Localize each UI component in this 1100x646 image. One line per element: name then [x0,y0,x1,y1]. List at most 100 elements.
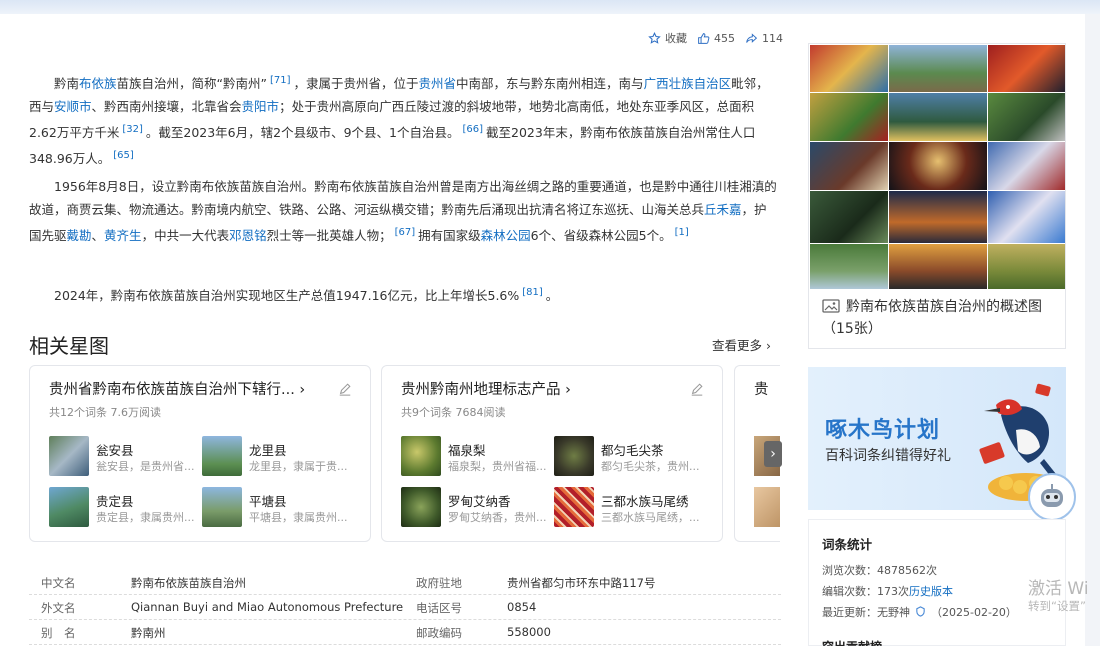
album-photo [988,45,1065,92]
citation[interactable]: [66] [463,124,484,135]
woodpecker-plan-banner[interactable]: 啄木鸟计划 百科词条纠错得好礼 [808,367,1066,510]
list-item[interactable]: 瓮安县 瓮安县，是贵州省... [49,436,209,476]
thumbnail [401,487,441,527]
photo-album[interactable]: 黔南布依族苗族自治州的概述图（15张） [808,43,1066,349]
item-name: 三都水族马尾绣 [601,494,689,509]
promo-subtitle: 百科词条纠错得好礼 [825,448,951,464]
carousel-next-button[interactable]: › [764,441,782,467]
album-photo [889,45,987,92]
album-photo [988,191,1065,243]
thumbs-up-icon [698,32,710,44]
list-item[interactable]: 龙里县 龙里县，隶属于贵... [202,436,362,476]
link-deng-enming[interactable]: 邓恩铭 [229,228,267,243]
link-guiyang[interactable]: 贵阳市 [242,99,280,114]
thumbnail [754,487,780,527]
robot-icon [1041,484,1063,507]
card-meta: 共9个词条 7684阅读 [401,406,506,419]
info-value: 黔南布依族苗族自治州 [131,576,246,590]
album-photo [889,244,987,289]
table-row: 别 名 黔南州 邮政编码 558000 [29,620,781,645]
item-desc: 龙里县，隶属于贵... [249,460,348,473]
thumbnail [554,487,594,527]
item-name: 瓮安县 [96,443,134,458]
link-guizhou[interactable]: 贵州省 [419,76,457,91]
card-title: 贵 [754,382,769,398]
citation[interactable]: [32] [122,124,143,135]
list-item[interactable]: 平塘县 平塘县，隶属贵州... [202,487,362,527]
info-key: 别 名 [41,626,76,640]
thumbnail [554,436,594,476]
like-button[interactable]: 455 [697,32,735,45]
updated-by[interactable]: 最近更新：无野神 [822,606,910,619]
stats-title: 词条统计 [822,537,873,552]
link-huang-qisheng[interactable]: 黄齐生 [104,228,142,243]
citation[interactable]: [81] [522,287,543,298]
album-caption-text: 黔南布依族苗族自治州的概述图（15张） [822,299,1042,337]
history-link[interactable]: 历史版本 [909,585,953,598]
list-item[interactable]: 都匀毛尖茶 都匀毛尖茶，贵州... [554,436,714,476]
activation-watermark: 激活 Wi [1028,579,1089,599]
link-guangxi[interactable]: 广西壮族自治区 [644,76,732,91]
assistant-robot-button[interactable] [1028,473,1076,521]
info-value: 贵州省都匀市环东中路117号 [507,576,656,590]
citation[interactable]: [67] [395,227,416,238]
thumbnail [202,436,242,476]
chevron-right-icon: › [770,446,776,462]
item-desc: 罗甸艾纳香，贵州... [448,511,547,524]
browser-top-strip [0,0,1100,14]
edit-icon[interactable] [690,382,704,396]
link-anshun[interactable]: 安顺市 [54,99,92,114]
list-item[interactable]: 贵定县 贵定县，隶属贵州... [49,487,209,527]
related-card-products[interactable]: 贵州黔南州地理标志产品 › 共9个词条 7684阅读 福泉梨 福泉梨，贵州省福.… [381,365,723,542]
info-key: 邮政编码 [416,626,462,640]
item-name: 贵定县 [96,494,134,509]
thumbnail [49,487,89,527]
see-more-link[interactable]: 查看更多 › [712,335,771,354]
info-value: Qiannan Buyi and Miao Autonomous Prefect… [131,600,404,614]
related-section-title: 相关星图 [29,334,109,358]
album-caption[interactable]: 黔南布依族苗族自治州的概述图（15张） [822,296,1057,340]
album-photo [988,142,1065,190]
link-dai-kan[interactable]: 戴勘 [67,228,92,243]
link-qiu-hejia[interactable]: 丘禾嘉 [704,202,742,217]
album-photo [988,244,1065,289]
activation-watermark-sub: 转到“设置” [1028,599,1086,613]
thumbnail [401,436,441,476]
album-photo [810,244,888,289]
contributors-heading: 突出贡献榜 [822,638,882,646]
share-button[interactable]: 114 [745,32,783,45]
item-desc: 平塘县，隶属贵州... [249,511,348,524]
card-title[interactable]: 贵州黔南州地理标志产品 › [401,378,571,399]
info-key: 电话区号 [416,601,462,615]
item-desc: 都匀毛尖茶，贵州... [601,460,700,473]
info-key: 政府驻地 [416,576,462,590]
citation[interactable]: [1] [675,227,689,238]
item-desc: 三都水族马尾绣，... [601,511,700,524]
citation[interactable]: [65] [113,150,134,161]
star-icon [648,31,661,44]
table-row: 中文名 黔南布依族苗族自治州 政府驻地 贵州省都匀市环东中路117号 [29,570,781,595]
gallery-icon [822,299,840,313]
editor-badge-icon [916,606,925,617]
intro-paragraph-1: 黔南布依族苗族自治州，简称“黔南州” [71] ，隶属于贵州省，位于贵州省中南部，东… [29,75,769,167]
last-updated: 最近更新：无野神 （2025-02-20） [822,604,1017,620]
list-item[interactable]: 三都水族马尾绣 三都水族马尾绣，... [554,487,714,527]
citation[interactable]: [71] [270,75,291,86]
album-photo [810,45,888,92]
list-item[interactable]: 罗甸艾纳香 罗甸艾纳香，贵州... [401,487,561,527]
item-name: 福泉梨 [448,443,486,458]
card-title[interactable]: 贵州省黔南布依族苗族自治州下辖行... › [49,378,305,399]
item-desc: 福泉梨，贵州省福... [448,460,547,473]
edit-icon[interactable] [338,382,352,396]
album-collage[interactable] [810,45,1065,289]
album-photo [889,142,987,190]
edit-count: 编辑次数：173次历史版本 [822,583,953,599]
thumbnail [49,436,89,476]
favorite-button[interactable]: 收藏 [648,30,687,46]
info-value: 558000 [507,625,551,639]
list-item[interactable]: 福泉梨 福泉梨，贵州省福... [401,436,561,476]
link-buyi[interactable]: 布依族 [79,76,117,91]
link-forest-park[interactable]: 森林公园 [481,228,531,243]
item-desc: 瓮安县，是贵州省... [96,460,195,473]
related-card-counties[interactable]: 贵州省黔南布依族苗族自治州下辖行... › 共12个词条 7.6万阅读 瓮安县 … [29,365,371,542]
